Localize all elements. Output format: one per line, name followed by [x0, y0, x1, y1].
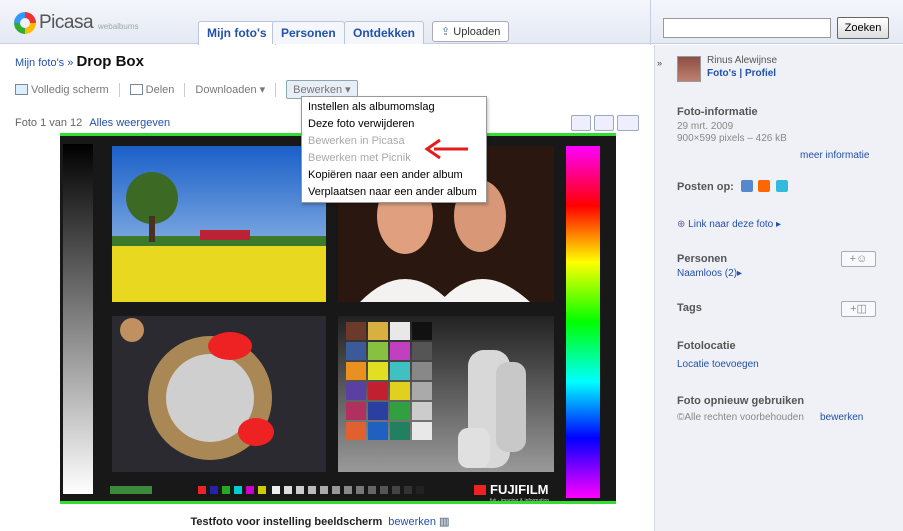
tab-personen[interactable]: Personen [272, 21, 345, 44]
rights-edit-link[interactable]: bewerken [820, 412, 863, 423]
search-button[interactable]: Zoeken [837, 17, 889, 39]
fullscreen-button[interactable]: Volledig scherm [15, 84, 109, 96]
more-info-link[interactable]: meer informatie [800, 150, 869, 161]
reuse-title: Foto opnieuw gebruiken [677, 395, 805, 407]
people-untagged-link[interactable]: Naamloos (2)▸ [677, 268, 742, 279]
blogger-icon[interactable] [758, 180, 770, 192]
link-photo-link[interactable]: ⊕ Link naar deze foto ▸ [677, 219, 781, 230]
upload-label: Uploaden [453, 26, 501, 38]
search-input[interactable] [663, 18, 831, 38]
people-title: Personen [677, 253, 728, 265]
photo-size: 900×599 pixels – 426 kB [677, 133, 787, 144]
fujifilm-logo-icon [474, 485, 486, 495]
chevron-down-icon: ▾ [345, 84, 351, 96]
upload-icon: ⇪ [441, 26, 451, 38]
brand-name: Picasa [39, 12, 94, 33]
user-links[interactable]: Foto's | Profiel [707, 68, 776, 79]
rights-text: ©Alle rechten voorbehouden [677, 412, 804, 423]
add-person-button[interactable]: +☺ [841, 251, 876, 267]
photo-counter: Foto 1 van 12 Alles weergeven [15, 117, 170, 129]
picasa-share-icon[interactable] [741, 180, 753, 192]
trash-icon[interactable]: ▥ [439, 516, 449, 528]
fullscreen-label: Volledig scherm [31, 83, 109, 96]
link-icon: ⊕ [677, 219, 686, 230]
post-on-label: Posten op: [677, 181, 734, 193]
header-divider [650, 0, 651, 45]
picasa-logo-icon [14, 12, 36, 34]
add-person-icon: +☺ [849, 253, 868, 265]
toolbar-divider [184, 82, 186, 97]
twitter-icon[interactable] [776, 180, 788, 192]
photo-caption: Testfoto voor instelling beeldscherm bew… [0, 515, 640, 528]
caption-edit-link[interactable]: bewerken [388, 516, 436, 528]
breadcrumb-parent[interactable]: Mijn foto's [15, 57, 64, 69]
location-title: Fotolocatie [677, 340, 736, 352]
link-photo-label: Link naar deze foto ▸ [688, 219, 782, 230]
menu-item-copy-to-album[interactable]: Kopiëren naar een ander album [302, 167, 486, 184]
tab-mijn-fotos[interactable]: Mijn foto's [198, 21, 276, 45]
green-frame-bottom [60, 501, 616, 504]
add-tag-button[interactable]: +◫ [841, 301, 876, 317]
menu-item-move-to-album[interactable]: Verplaatsen naar een ander album [302, 184, 486, 201]
album-title: Drop Box [76, 53, 144, 70]
download-label: Downloaden [195, 84, 257, 96]
edit-label: Bewerken [293, 84, 343, 96]
upload-button[interactable]: ⇪ Uploaden [432, 21, 510, 42]
download-button[interactable]: Downloaden ▾ [195, 83, 265, 96]
toolbar-divider [275, 82, 277, 97]
tab-ontdekken[interactable]: Ontdekken [344, 21, 425, 44]
collapse-sidebar-icon[interactable]: » [654, 56, 665, 70]
brand-sub: webalbums [98, 21, 139, 31]
photo-info-title: Foto-informatie [677, 106, 758, 118]
breadcrumb-separator: » [67, 57, 74, 69]
tags-title: Tags [677, 302, 702, 314]
view-all-link[interactable]: Alles weergeven [89, 117, 170, 129]
menu-item-set-album-cover[interactable]: Instellen als albumomslag [302, 99, 486, 116]
rotate-right-icon[interactable] [617, 115, 639, 131]
zoom-icon[interactable] [571, 115, 591, 131]
avatar[interactable] [677, 56, 701, 82]
fullscreen-icon [15, 84, 28, 96]
toolbar-divider [118, 82, 120, 97]
photo-date: 29 mrt. 2009 [677, 121, 734, 132]
menu-item-delete-photo[interactable]: Deze foto verwijderen [302, 116, 486, 133]
add-tag-icon: +◫ [850, 303, 867, 315]
fujifilm-brand: FUJIFILM [490, 482, 549, 497]
photo-counter-text: Foto 1 van 12 [15, 117, 83, 129]
envelope-icon [129, 84, 143, 96]
rights-label: Alle rechten voorbehouden [684, 412, 804, 423]
share-label: Delen [145, 83, 175, 96]
breadcrumb: Mijn foto's » Drop Box [15, 53, 144, 70]
caption-text: Testfoto voor instelling beeldscherm [190, 516, 383, 528]
chevron-down-icon: ▾ [259, 84, 266, 96]
share-button[interactable]: Delen [129, 83, 175, 96]
red-arrow-annotation [424, 138, 468, 160]
rotate-left-icon[interactable] [594, 115, 614, 131]
add-location-link[interactable]: Locatie toevoegen [677, 359, 759, 370]
picasa-logo[interactable]: Picasa webalbums [14, 12, 139, 34]
user-name[interactable]: Rinus Alewijnse [707, 55, 777, 66]
